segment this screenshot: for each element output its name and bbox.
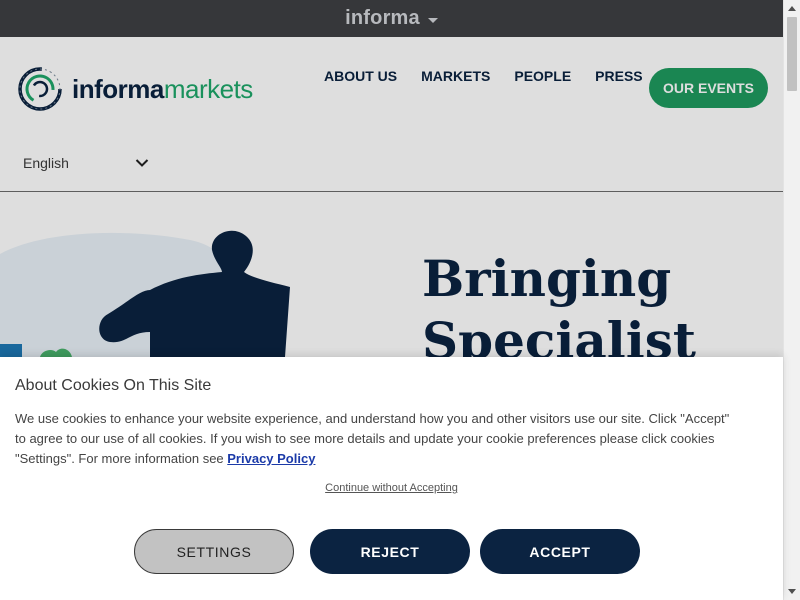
cookie-settings-button[interactable]: SETTINGS [134,529,294,574]
hero-title: Bringing Specialist [422,248,696,357]
nav-press[interactable]: PRESS [595,68,642,84]
our-events-button[interactable]: OUR EVENTS [649,68,768,108]
scrollbar-thumb[interactable] [787,17,797,91]
vertical-scrollbar[interactable] [783,0,800,600]
language-select[interactable]: English [23,155,149,171]
hero-title-line-1: Bringing [422,249,672,308]
informa-topbar: informa [0,0,783,37]
scroll-down-arrow-icon[interactable] [788,589,796,594]
cookie-description: We use cookies to enhance your website e… [15,411,730,466]
page: informa informamarkets ABOUT US MARKETS … [0,0,800,600]
cookie-banner: About Cookies On This Site We use cookie… [0,357,783,600]
hero-title-line-2: Specialist [422,311,696,357]
cookie-banner-text: We use cookies to enhance your website e… [15,409,735,469]
chevron-down-icon [135,159,149,167]
nav-markets[interactable]: MARKETS [421,68,490,84]
cookie-banner-title: About Cookies On This Site [15,377,212,394]
nav-about-us[interactable]: ABOUT US [324,68,397,84]
informa-markets-logo[interactable]: informamarkets [16,65,253,113]
privacy-policy-link[interactable]: Privacy Policy [227,451,315,466]
nav-people[interactable]: PEOPLE [514,68,571,84]
continue-without-accepting-link[interactable]: Continue without Accepting [0,482,783,494]
scroll-up-arrow-icon[interactable] [788,6,796,11]
language-selected: English [23,155,69,171]
cookie-reject-button[interactable]: REJECT [310,529,470,574]
cookie-accept-button[interactable]: ACCEPT [480,529,640,574]
logo-word-informa: informa [72,73,164,104]
logo-wordmark: informamarkets [72,74,253,105]
site-header: informamarkets ABOUT US MARKETS PEOPLE P… [0,37,783,192]
logo-word-markets: markets [163,73,253,104]
informa-rings-icon [18,67,62,111]
puzzle-illustration [0,230,290,357]
informa-brand-link[interactable]: informa [345,7,420,30]
caret-down-icon[interactable] [427,17,438,23]
hero-section: Bringing Specialist [0,192,783,357]
main-nav: ABOUT US MARKETS PEOPLE PRESS [310,68,653,84]
